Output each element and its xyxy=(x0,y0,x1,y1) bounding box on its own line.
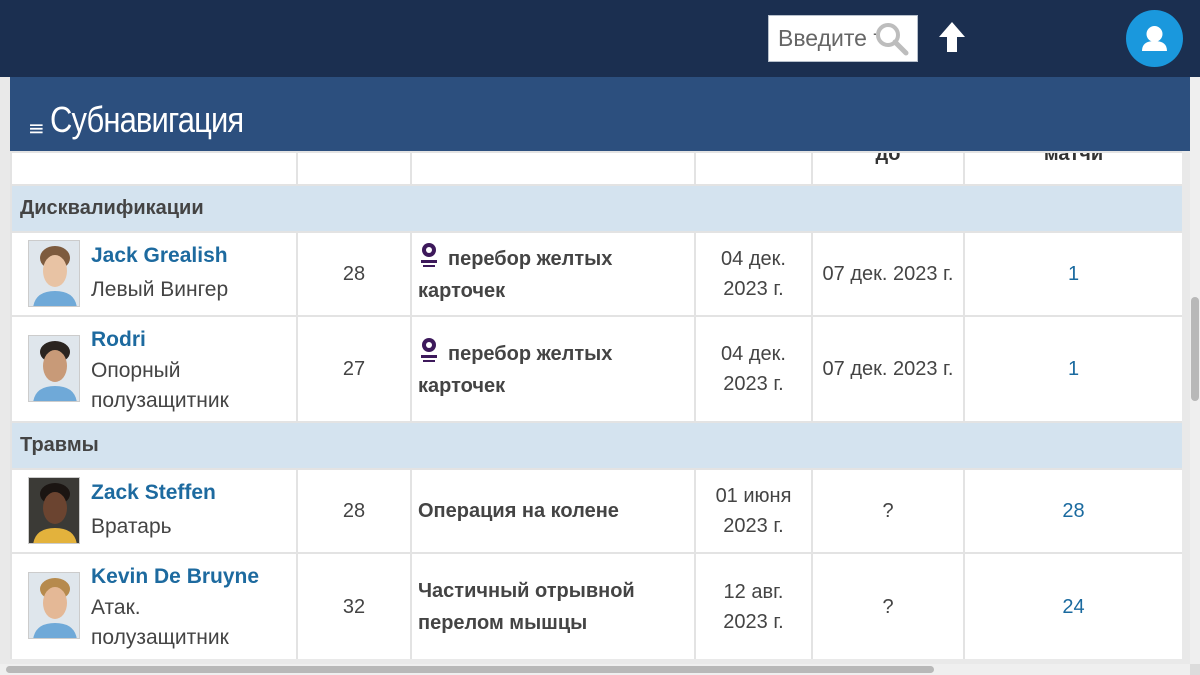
date-until: ? xyxy=(811,468,965,554)
user-avatar-button[interactable] xyxy=(1126,10,1183,67)
group-row-suspensions: Дисквалификации xyxy=(10,184,1182,233)
date-from-cell: 01 июня 2023 г. xyxy=(694,468,813,554)
player-photo[interactable] xyxy=(28,477,80,544)
player-name-link[interactable]: Jack Grealish xyxy=(91,244,228,268)
date-from-cell: 04 дек. 2023 г. xyxy=(694,231,813,317)
player-cell: Rodri Опорный полузащитник xyxy=(10,315,298,423)
header-cell-until: до xyxy=(811,151,965,186)
injuries-suspensions-table: до матчи Дисквалификации Jack Grealish Л… xyxy=(10,151,1182,659)
horizontal-scrollbar-thumb[interactable] xyxy=(6,666,934,673)
date-from-line1: 04 дек. xyxy=(721,343,786,365)
player-photo-image xyxy=(29,241,79,306)
player-name-link[interactable]: Rodri xyxy=(91,328,146,352)
date-from-line2: 2023 г. xyxy=(723,373,784,395)
user-icon xyxy=(1142,26,1167,51)
player-cell: Jack Grealish Левый Вингер xyxy=(10,231,298,317)
player-age: 28 xyxy=(296,231,412,317)
date-from-line2: 2023 г. xyxy=(723,515,784,537)
player-age: 32 xyxy=(296,552,412,659)
table-row: Kevin De Bruyne Атак. полузащитник 32 Ча… xyxy=(10,552,1182,659)
date-until: 07 дек. 2023 г. xyxy=(811,231,965,317)
player-cell: Kevin De Bruyne Атак. полузащитник xyxy=(10,552,298,659)
group-row-injuries: Травмы xyxy=(10,421,1182,470)
group-label: Травмы xyxy=(10,421,1182,470)
player-age: 27 xyxy=(296,315,412,423)
player-position-line1: Опорный xyxy=(91,359,181,382)
vertical-scrollbar-thumb[interactable] xyxy=(1191,297,1199,401)
reason-text: Операция на колене xyxy=(410,468,696,554)
player-name-link[interactable]: Kevin De Bruyne xyxy=(91,565,259,589)
player-position: Вратарь xyxy=(91,515,172,538)
table-row: Rodri Опорный полузащитник 27 перебор же… xyxy=(10,315,1182,423)
date-until: ? xyxy=(811,552,965,659)
injuries-table-container: до матчи Дисквалификации Jack Grealish Л… xyxy=(10,151,1182,659)
top-bar xyxy=(0,0,1200,77)
header-cell-reason xyxy=(410,151,696,186)
date-from-line1: 04 дек. xyxy=(721,248,786,270)
player-cell: Zack Steffen Вратарь xyxy=(10,468,298,554)
player-photo-image xyxy=(29,478,79,543)
header-cell-since xyxy=(694,151,813,186)
subnavigation-bar[interactable]: ≡ Субнавигация xyxy=(10,77,1192,151)
search-icon[interactable] xyxy=(875,22,909,56)
date-from-line2: 2023 г. xyxy=(723,611,784,633)
header-cell-age xyxy=(296,151,412,186)
missed-matches-link[interactable]: 1 xyxy=(963,231,1182,317)
table-header-row: до матчи xyxy=(10,151,1182,186)
reason-cell: Частичный отрывной перелом мышцы xyxy=(410,552,696,659)
player-photo[interactable] xyxy=(28,335,80,402)
date-from-line2: 2023 г. xyxy=(723,278,784,300)
premier-league-icon xyxy=(421,338,437,362)
missed-matches-link[interactable]: 1 xyxy=(963,315,1182,423)
missed-matches-link[interactable]: 24 xyxy=(963,552,1182,659)
reason-cell: перебор желтых карточек xyxy=(410,231,696,317)
search-input[interactable] xyxy=(778,22,876,55)
date-until: 07 дек. 2023 г. xyxy=(811,315,965,423)
table-row: Zack Steffen Вратарь 28 Операция на коле… xyxy=(10,468,1182,554)
player-position-line2: полузащитник xyxy=(91,389,229,412)
header-cell-player xyxy=(10,151,298,186)
table-row: Jack Grealish Левый Вингер 28 перебор же… xyxy=(10,231,1182,317)
reason-cell: перебор желтых карточек xyxy=(410,315,696,423)
scroll-top-arrow-icon[interactable] xyxy=(937,20,967,54)
reason-line1: Частичный отрывной xyxy=(418,580,635,602)
group-label: Дисквалификации xyxy=(10,184,1182,233)
player-photo-image xyxy=(29,336,79,401)
scrollbar-corner xyxy=(1190,664,1200,675)
date-from-cell: 12 авг. 2023 г. xyxy=(694,552,813,659)
reason-text: перебор желтых карточек xyxy=(418,248,613,302)
date-from-line1: 01 июня xyxy=(715,485,792,507)
reason-text: перебор желтых карточек xyxy=(418,343,613,397)
player-position-line2: полузащитник xyxy=(91,626,229,649)
subnavigation-label[interactable]: Субнавигация xyxy=(50,99,244,141)
player-name-link[interactable]: Zack Steffen xyxy=(91,481,216,505)
player-photo-image xyxy=(29,573,79,638)
player-position: Левый Вингер xyxy=(91,278,229,301)
player-photo[interactable] xyxy=(28,240,80,307)
date-from-line1: 12 авг. xyxy=(723,581,784,603)
player-photo[interactable] xyxy=(28,572,80,639)
search-box[interactable] xyxy=(768,15,918,62)
reason-line2: перелом мышцы xyxy=(418,612,588,634)
date-from-cell: 04 дек. 2023 г. xyxy=(694,315,813,423)
player-age: 28 xyxy=(296,468,412,554)
premier-league-icon xyxy=(421,243,437,267)
hamburger-icon[interactable]: ≡ xyxy=(28,116,45,140)
header-cell-matches: матчи xyxy=(963,151,1182,186)
missed-matches-link[interactable]: 28 xyxy=(963,468,1182,554)
player-position-line1: Атак. xyxy=(91,596,141,619)
